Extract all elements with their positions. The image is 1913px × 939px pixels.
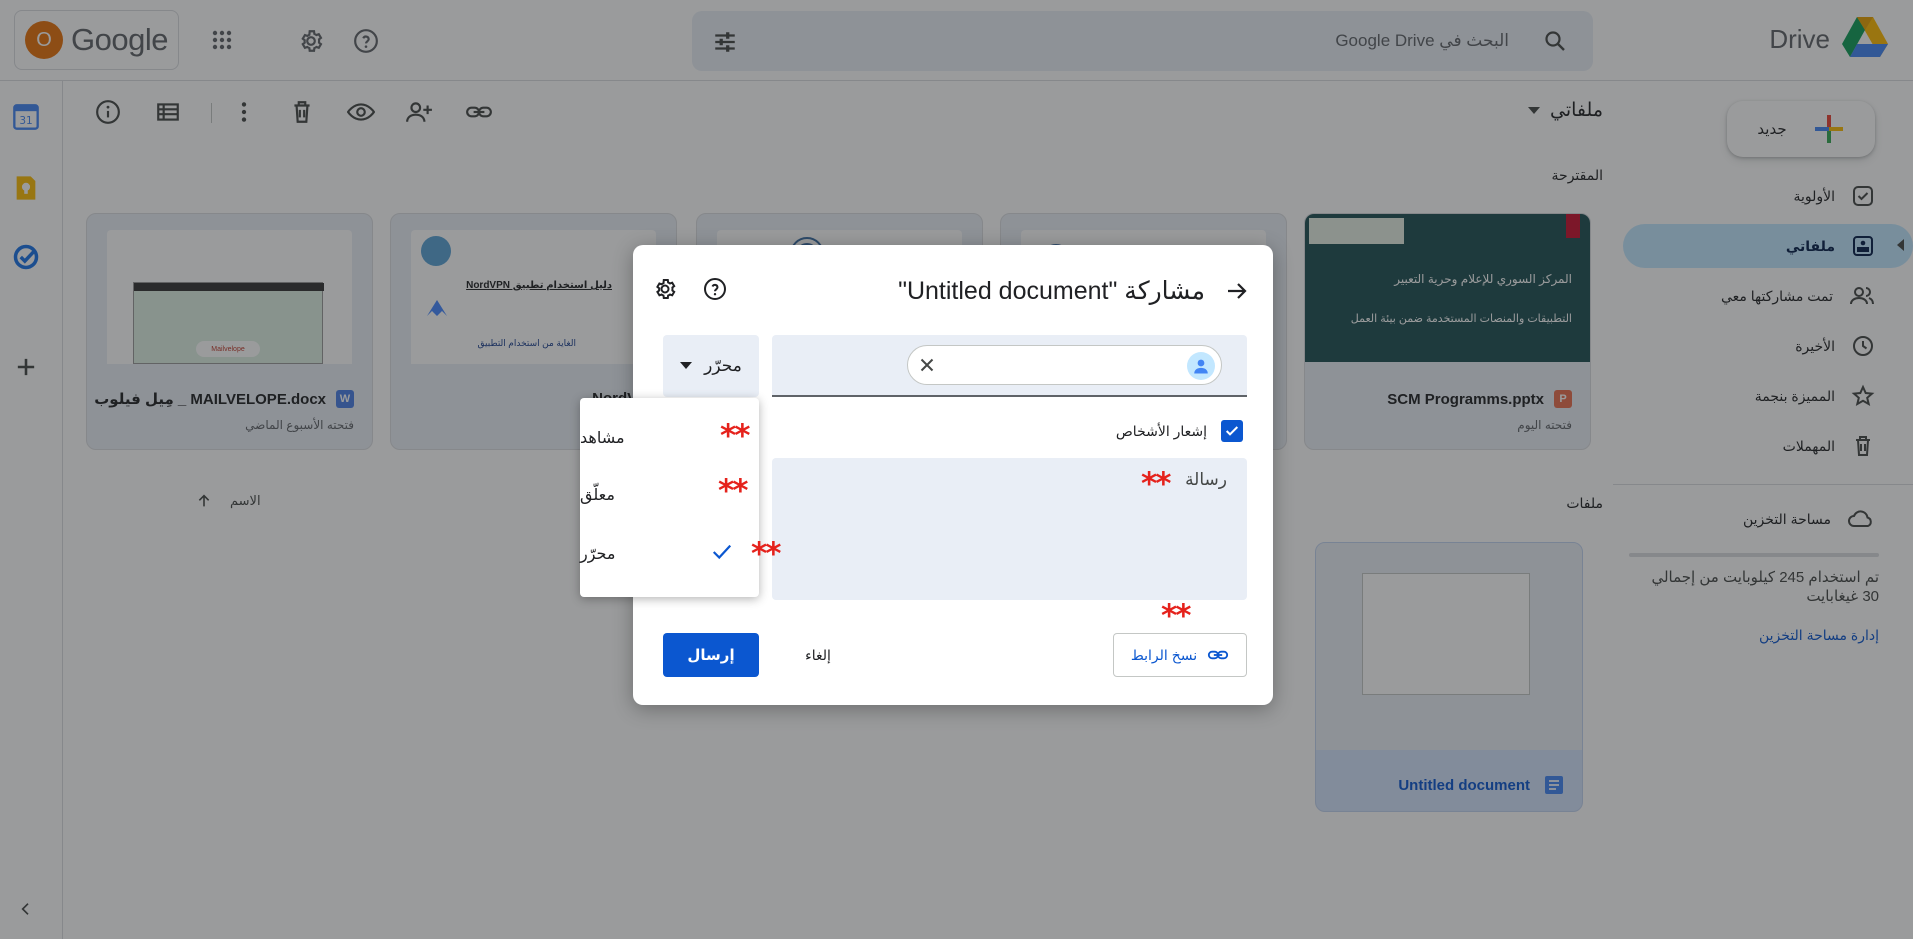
dialog-title: مشاركة "Untitled document" — [898, 277, 1205, 305]
caret-down-icon — [680, 362, 693, 369]
close-icon[interactable] — [916, 354, 938, 381]
role-option-editor[interactable]: محرّر — [580, 526, 759, 582]
back-arrow-icon[interactable] — [1225, 279, 1249, 308]
annotation-mark: ** — [751, 536, 781, 572]
annotation-mark: ** — [1161, 598, 1191, 634]
gear-icon[interactable] — [653, 277, 677, 306]
role-option-label: محرّر — [580, 546, 616, 563]
link-icon — [1208, 650, 1229, 660]
role-dropdown-label: محرّر — [704, 356, 742, 375]
role-dropdown[interactable]: محرّر — [663, 335, 759, 397]
notify-people-option[interactable]: إشعار الأشخاص — [1116, 420, 1243, 442]
annotation-mark: ** — [1141, 466, 1171, 502]
message-placeholder: رسالة — [1185, 470, 1227, 489]
annotation-mark: ** — [718, 473, 748, 509]
role-option-label: معلّق — [580, 487, 615, 504]
checkmark-icon — [710, 541, 734, 568]
notify-checkbox[interactable] — [1221, 420, 1243, 442]
notify-label: إشعار الأشخاص — [1115, 422, 1207, 439]
cancel-button[interactable]: إلغاء — [783, 633, 853, 677]
role-option-label: مشاهد — [580, 430, 625, 447]
send-button[interactable]: إرسال — [663, 633, 759, 677]
person-avatar-icon — [1187, 352, 1215, 380]
copy-link-button[interactable]: نسخ الرابط — [1113, 633, 1247, 677]
help-icon[interactable] — [703, 277, 727, 306]
annotation-mark: ** — [720, 418, 750, 454]
person-chip[interactable] — [907, 345, 1222, 385]
add-people-field[interactable] — [772, 335, 1247, 397]
message-field[interactable]: رسالة — [772, 458, 1247, 600]
copy-link-label: نسخ الرابط — [1130, 646, 1198, 663]
